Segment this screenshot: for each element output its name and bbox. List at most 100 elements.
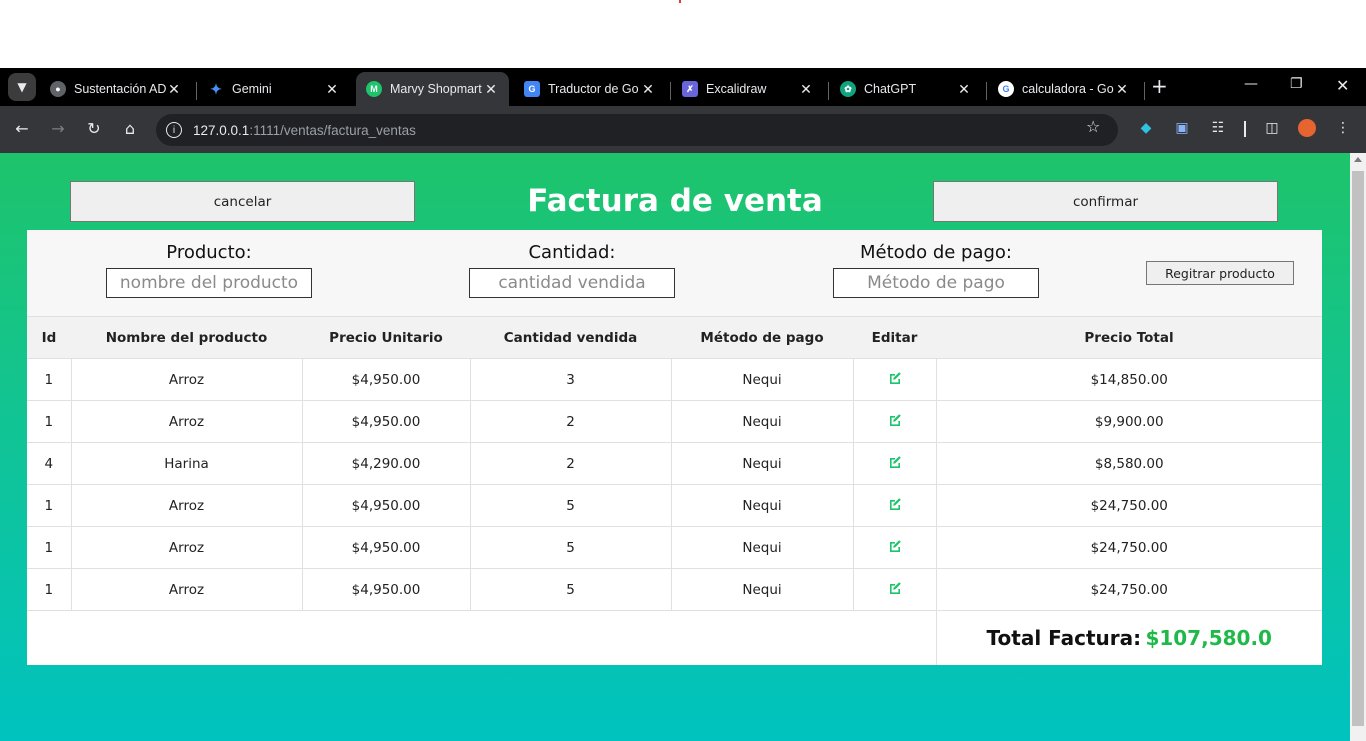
- extensions-puzzle-icon[interactable]: ☷: [1209, 119, 1227, 137]
- cell-edit: [852, 526, 936, 569]
- browser-toolbar: ← → ↻ ⌂ i 127.0.0.1:1111/ventas/factura_…: [0, 106, 1366, 153]
- marvy-icon: M: [366, 81, 382, 97]
- page-scrollbar[interactable]: [1350, 153, 1366, 741]
- register-product-button[interactable]: Regitrar producto: [1146, 261, 1294, 285]
- cancel-button[interactable]: cancelar: [70, 181, 415, 222]
- cell-payment-method: Nequi: [670, 400, 853, 443]
- table-row: 1 Arroz $4,950.00 5 Nequi $24,750.00: [27, 484, 1322, 527]
- close-icon[interactable]: ✕: [324, 81, 340, 98]
- cell-quantity: 2: [469, 442, 671, 485]
- window-close-icon[interactable]: ✕: [1336, 76, 1349, 95]
- restore-icon[interactable]: ❐: [1290, 76, 1303, 92]
- google-icon: G: [998, 81, 1014, 97]
- cell-id: 1: [27, 358, 71, 401]
- invoice-panel: Producto: nombre del producto Cantidad: …: [27, 230, 1322, 665]
- back-icon[interactable]: ←: [11, 119, 33, 139]
- table-row: 1 Arroz $4,950.00 5 Nequi $24,750.00: [27, 526, 1322, 569]
- cell-unit-price: $4,950.00: [301, 400, 470, 443]
- confirm-button[interactable]: confirmar: [933, 181, 1278, 222]
- cell-quantity: 5: [469, 568, 671, 611]
- product-label: Producto:: [166, 242, 252, 263]
- cell-product-name: Harina: [70, 442, 302, 485]
- tab-excalidraw[interactable]: ✗ Excalidraw ✕: [672, 72, 824, 106]
- edit-icon[interactable]: [888, 497, 902, 511]
- tab-search-button[interactable]: ▼: [8, 73, 36, 101]
- extension-diamond-icon[interactable]: ◆: [1137, 119, 1155, 137]
- cell-id: 4: [27, 442, 71, 485]
- cell-edit: [852, 400, 936, 443]
- close-icon[interactable]: ✕: [483, 81, 499, 98]
- tab-sustentacion[interactable]: ● Sustentación AD ✕: [40, 72, 192, 106]
- cell-quantity: 2: [469, 400, 671, 443]
- menu-kebab-icon[interactable]: ⋮: [1334, 119, 1352, 137]
- edit-icon[interactable]: [888, 539, 902, 553]
- table-row: 4 Harina $4,290.00 2 Nequi $8,580.00: [27, 442, 1322, 485]
- close-icon[interactable]: ✕: [640, 81, 656, 98]
- table-row: 1 Arroz $4,950.00 3 Nequi $14,850.00: [27, 358, 1322, 401]
- site-info-icon[interactable]: i: [166, 122, 182, 138]
- tab-gemini[interactable]: ✦ Gemini ✕: [198, 72, 350, 106]
- side-panel-icon[interactable]: ◫: [1263, 119, 1281, 137]
- cell-product-name: Arroz: [70, 400, 302, 443]
- cell-total-price: $9,900.00: [935, 400, 1322, 443]
- cell-total-price: $14,850.00: [935, 358, 1322, 401]
- table-header-row: Id Nombre del producto Precio Unitario C…: [27, 316, 1322, 359]
- reload-icon[interactable]: ↻: [83, 119, 105, 139]
- cell-unit-price: $4,950.00: [301, 526, 470, 569]
- tab-chatgpt[interactable]: ✿ ChatGPT ✕: [830, 72, 982, 106]
- tab-traductor[interactable]: G Traductor de Go ✕: [514, 72, 666, 106]
- product-input[interactable]: nombre del producto: [106, 268, 312, 298]
- header-total-price: Precio Total: [936, 316, 1322, 359]
- tab-calculadora[interactable]: G calculadora - Go ✕: [988, 72, 1140, 106]
- cell-payment-method: Nequi: [670, 484, 853, 527]
- quantity-input[interactable]: cantidad vendida: [469, 268, 675, 298]
- cell-edit: [852, 568, 936, 611]
- cell-unit-price: $4,950.00: [301, 568, 470, 611]
- cell-payment-method: Nequi: [670, 526, 853, 569]
- edit-icon[interactable]: [888, 581, 902, 595]
- cell-id: 1: [27, 400, 71, 443]
- profile-avatar[interactable]: [1298, 119, 1316, 137]
- total-label: Total Factura:: [986, 625, 1142, 650]
- edit-icon[interactable]: [888, 371, 902, 385]
- table-row: 1 Arroz $4,950.00 2 Nequi $9,900.00: [27, 400, 1322, 443]
- extension-screen-icon[interactable]: ▣: [1173, 119, 1191, 137]
- tab-separator: [196, 82, 197, 100]
- page-body: cancelar Factura de venta confirmar Prod…: [0, 153, 1350, 741]
- address-bar[interactable]: i 127.0.0.1:1111/ventas/factura_ventas: [156, 114, 1118, 146]
- invoice-table: Id Nombre del producto Precio Unitario C…: [27, 316, 1322, 665]
- quantity-label: Cantidad:: [528, 242, 616, 263]
- cell-quantity: 5: [469, 526, 671, 569]
- new-tab-button[interactable]: +: [1151, 74, 1168, 98]
- header-product-name: Nombre del producto: [71, 316, 302, 359]
- invoice-total: Total Factura: $107,580.0: [935, 610, 1322, 665]
- tab-marvy-shopmart[interactable]: M Marvy Shopmart ✕: [356, 72, 509, 106]
- invoice-total-row: Total Factura: $107,580.0: [27, 610, 1322, 665]
- cell-id: 1: [27, 526, 71, 569]
- close-icon[interactable]: ✕: [166, 81, 182, 98]
- red-dot-mark: [679, 0, 681, 3]
- cell-payment-method: Nequi: [670, 358, 853, 401]
- header-payment-method: Método de pago: [671, 316, 853, 359]
- close-icon[interactable]: ✕: [956, 81, 972, 98]
- scroll-up-arrow-icon[interactable]: [1354, 157, 1362, 162]
- close-icon[interactable]: ✕: [798, 81, 814, 98]
- cell-product-name: Arroz: [70, 358, 302, 401]
- cell-total-price: $8,580.00: [935, 442, 1322, 485]
- bookmark-star-icon[interactable]: ☆: [1086, 117, 1100, 136]
- translate-icon: G: [524, 81, 540, 97]
- toolbar-divider: [1244, 121, 1246, 137]
- edit-icon[interactable]: [888, 413, 902, 427]
- payment-method-input[interactable]: Método de pago: [833, 268, 1039, 298]
- header-quantity: Cantidad vendida: [470, 316, 671, 359]
- cell-edit: [852, 442, 936, 485]
- cell-product-name: Arroz: [70, 526, 302, 569]
- close-icon[interactable]: ✕: [1114, 81, 1130, 98]
- edit-icon[interactable]: [888, 455, 902, 469]
- scrollbar-thumb[interactable]: [1352, 171, 1364, 726]
- table-row: 1 Arroz $4,950.00 5 Nequi $24,750.00: [27, 568, 1322, 611]
- minimize-icon[interactable]: —: [1244, 76, 1258, 92]
- home-icon[interactable]: ⌂: [119, 119, 141, 139]
- cell-payment-method: Nequi: [670, 442, 853, 485]
- forward-icon[interactable]: →: [47, 119, 69, 139]
